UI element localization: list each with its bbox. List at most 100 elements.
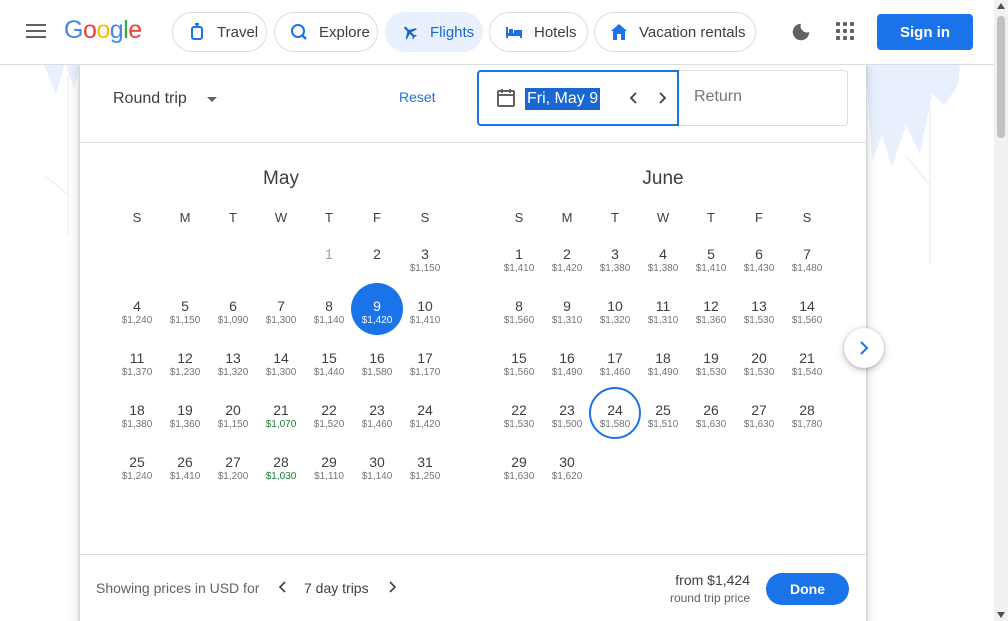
day-price: $1,540 <box>791 367 823 378</box>
calendar-day[interactable]: 8 $1,140 <box>305 296 353 346</box>
calendar-day[interactable]: 21 $1,540 <box>783 348 831 398</box>
departure-date-field[interactable]: Fri, May 9 <box>477 70 679 126</box>
google-apps-button[interactable] <box>836 22 854 40</box>
calendar-day[interactable]: 28 $1,780 <box>783 400 831 450</box>
nav-hotels-button[interactable]: Hotels <box>489 12 588 52</box>
next-date-button[interactable] <box>650 86 674 110</box>
calendar-day[interactable]: 27 $1,630 <box>735 400 783 450</box>
calendar-day[interactable]: 27 $1,200 <box>209 452 257 502</box>
calendar-day[interactable]: 11 $1,310 <box>639 296 687 346</box>
calendar-day[interactable]: 24 $1,580 <box>589 387 641 450</box>
day-price: $1,230 <box>169 367 201 378</box>
calendar-day[interactable]: 19 $1,530 <box>687 348 735 398</box>
calendar-day[interactable]: 17 $1,170 <box>401 348 449 398</box>
reset-button[interactable]: Reset <box>399 89 436 105</box>
calendar-day[interactable]: 16 $1,580 <box>353 348 401 398</box>
logo-letter: G <box>64 16 83 44</box>
google-logo[interactable]: Google <box>64 16 142 45</box>
nav-explore-button[interactable]: Explore <box>274 12 378 52</box>
calendar-day[interactable]: 2 $1,420 <box>543 244 591 294</box>
calendar-day[interactable]: 21 $1,070 <box>257 400 305 450</box>
return-date-placeholder[interactable]: Return <box>694 88 742 106</box>
calendar-day[interactable]: 5 $1,150 <box>161 296 209 346</box>
longer-trip-button[interactable] <box>380 575 404 599</box>
calendar-day[interactable]: 18 $1,380 <box>113 400 161 450</box>
day-price: $1,490 <box>551 367 583 378</box>
calendar-day[interactable]: 30 $1,140 <box>353 452 401 502</box>
calendar-day[interactable]: 11 $1,370 <box>113 348 161 398</box>
nav-flights-button[interactable]: Flights <box>385 12 483 52</box>
shorter-trip-button[interactable] <box>271 575 295 599</box>
calendar-day[interactable]: 29 $1,110 <box>305 452 353 502</box>
day-number: 10 <box>417 298 433 314</box>
calendar-day[interactable]: 26 $1,410 <box>161 452 209 502</box>
calendar-day[interactable]: 28 $1,030 <box>257 452 305 502</box>
scroll-up-arrow-icon[interactable] <box>997 3 1005 9</box>
calendar-day[interactable]: 17 $1,460 <box>591 348 639 398</box>
calendar-day[interactable]: 10 $1,410 <box>401 296 449 346</box>
calendar-day[interactable]: 14 $1,560 <box>783 296 831 346</box>
main-menu-button[interactable] <box>24 20 48 44</box>
calendar-day[interactable]: 22 $1,530 <box>495 400 543 450</box>
logo-letter: o <box>82 16 97 44</box>
day-price: $1,370 <box>121 367 153 378</box>
calendar-day[interactable]: 9 $1,310 <box>543 296 591 346</box>
calendar-day[interactable]: 30 $1,620 <box>543 452 591 502</box>
calendar-day[interactable]: 6 $1,430 <box>735 244 783 294</box>
scroll-down-arrow-icon[interactable] <box>997 612 1005 618</box>
calendar-day[interactable]: 2 <box>353 244 401 294</box>
departure-date-input[interactable]: Fri, May 9 <box>525 88 601 110</box>
done-button[interactable]: Done <box>766 573 849 605</box>
day-price: $1,250 <box>409 471 441 482</box>
calendar-day[interactable]: 31 $1,250 <box>401 452 449 502</box>
calendar-day[interactable]: 10 $1,320 <box>591 296 639 346</box>
calendar-day[interactable]: 15 $1,560 <box>495 348 543 398</box>
calendar-day[interactable]: 12 $1,360 <box>687 296 735 346</box>
calendar-day[interactable]: 1 $1,410 <box>495 244 543 294</box>
calendar-day[interactable]: 22 $1,520 <box>305 400 353 450</box>
sign-in-button[interactable]: Sign in <box>877 14 973 50</box>
calendar-day[interactable]: 13 $1,320 <box>209 348 257 398</box>
calendar-day[interactable]: 14 $1,300 <box>257 348 305 398</box>
return-date-field[interactable]: Return <box>679 70 848 126</box>
nav-vacation-rentals-button[interactable]: Vacation rentals <box>594 12 756 52</box>
calendar-day[interactable]: 8 $1,560 <box>495 296 543 346</box>
nav-travel-button[interactable]: Travel <box>172 12 267 52</box>
next-month-button[interactable] <box>844 328 884 368</box>
weekday-label: S <box>514 210 524 225</box>
calendar-day[interactable]: 16 $1,490 <box>543 348 591 398</box>
nav-label: Hotels <box>534 23 577 41</box>
calendar-day[interactable]: 23 $1,500 <box>543 400 591 450</box>
calendar-day[interactable]: 23 $1,460 <box>353 400 401 450</box>
trip-type-select[interactable]: Round trip <box>113 87 217 111</box>
calendar-day[interactable]: 3 $1,380 <box>591 244 639 294</box>
day-number: 26 <box>703 402 719 418</box>
dark-theme-toggle[interactable] <box>790 21 812 43</box>
calendar-day[interactable]: 20 $1,150 <box>209 400 257 450</box>
day-price: $1,150 <box>409 263 441 274</box>
calendar-day[interactable]: 9 $1,420 <box>351 283 403 346</box>
calendar-day[interactable]: 29 $1,630 <box>495 452 543 502</box>
calendar-day[interactable]: 19 $1,360 <box>161 400 209 450</box>
calendar-day[interactable]: 3 $1,150 <box>401 244 449 294</box>
calendar-day[interactable]: 24 $1,420 <box>401 400 449 450</box>
calendar-day[interactable]: 13 $1,530 <box>735 296 783 346</box>
calendar-day[interactable]: 15 $1,440 <box>305 348 353 398</box>
calendar-day[interactable]: 25 $1,240 <box>113 452 161 502</box>
calendar-day[interactable]: 12 $1,230 <box>161 348 209 398</box>
day-number: 12 <box>177 350 193 366</box>
page-scrollbar[interactable] <box>994 0 1008 621</box>
calendar-day[interactable]: 5 $1,410 <box>687 244 735 294</box>
calendar-day[interactable]: 4 $1,240 <box>113 296 161 346</box>
calendar-day[interactable]: 25 $1,510 <box>639 400 687 450</box>
calendar-day[interactable]: 26 $1,630 <box>687 400 735 450</box>
previous-date-button[interactable] <box>622 86 646 110</box>
calendar-day[interactable]: 7 $1,480 <box>783 244 831 294</box>
scrollbar-thumb[interactable] <box>997 16 1005 138</box>
calendar-day[interactable]: 18 $1,490 <box>639 348 687 398</box>
calendar-day[interactable]: 20 $1,530 <box>735 348 783 398</box>
calendar-day[interactable]: 7 $1,300 <box>257 296 305 346</box>
day-price: $1,070 <box>265 419 297 430</box>
calendar-day[interactable]: 6 $1,090 <box>209 296 257 346</box>
calendar-day[interactable]: 4 $1,380 <box>639 244 687 294</box>
